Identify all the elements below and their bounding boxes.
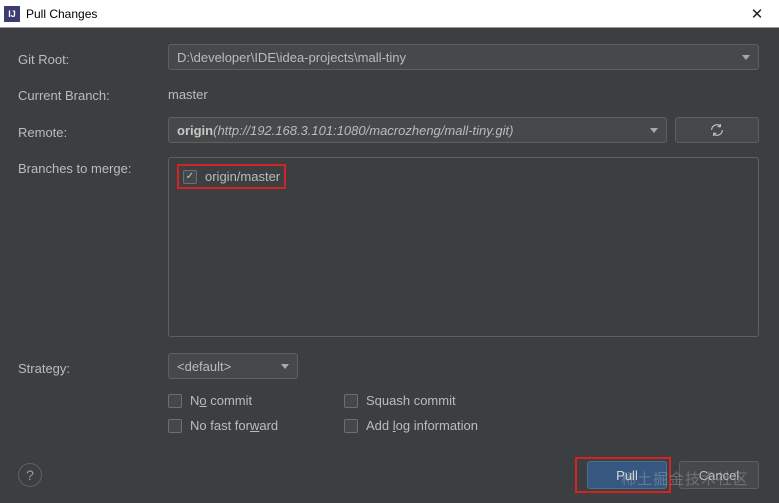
checkbox-icon[interactable] [344,394,358,408]
options-grid: No commit Squash commit No fast forward … [168,393,548,433]
squash-commit-option[interactable]: Squash commit [344,393,494,408]
dialog-content: Git Root: D:\developer\IDE\idea-projects… [0,28,779,443]
checkbox-icon[interactable] [344,419,358,433]
title-bar: IJ Pull Changes ✕ [0,0,779,28]
help-button[interactable]: ? [18,463,42,487]
refresh-button[interactable] [675,117,759,143]
git-root-combo[interactable]: D:\developer\IDE\idea-projects\mall-tiny [168,44,759,70]
no-fast-forward-option[interactable]: No fast forward [168,418,318,433]
branches-list[interactable]: ✓ origin/master [168,157,759,337]
chevron-down-icon [742,55,750,60]
remote-value: origin(http://192.168.3.101:1080/macrozh… [177,123,514,138]
branch-checkbox[interactable]: ✓ [183,170,197,184]
app-icon: IJ [4,6,20,22]
pull-highlight: Pull [575,457,671,493]
no-ff-label: No fast forward [190,418,278,433]
remote-combo[interactable]: origin(http://192.168.3.101:1080/macrozh… [168,117,667,143]
pull-button[interactable]: Pull [587,461,667,489]
remote-label: Remote: [18,121,168,140]
add-log-label: Add log information [366,418,478,433]
branch-label: origin/master [205,169,280,184]
add-log-option[interactable]: Add log information [344,418,494,433]
git-root-label: Git Root: [18,48,168,67]
strategy-value: <default> [177,359,231,374]
squash-commit-label: Squash commit [366,393,456,408]
cancel-button[interactable]: Cancel [679,461,759,489]
chevron-down-icon [650,128,658,133]
checkbox-icon[interactable] [168,394,182,408]
close-icon[interactable]: ✕ [735,0,779,28]
checkbox-icon[interactable] [168,419,182,433]
no-commit-label: No commit [190,393,252,408]
refresh-icon [709,122,725,138]
no-commit-option[interactable]: No commit [168,393,318,408]
strategy-label: Strategy: [18,357,168,376]
current-branch-label: Current Branch: [18,84,168,103]
current-branch-value: master [168,85,208,102]
branch-item[interactable]: ✓ origin/master [177,164,286,189]
dialog-footer: ? Pull Cancel [18,457,759,493]
strategy-combo[interactable]: <default> [168,353,298,379]
chevron-down-icon [281,364,289,369]
window-title: Pull Changes [26,7,735,21]
git-root-value: D:\developer\IDE\idea-projects\mall-tiny [177,50,406,65]
branches-label: Branches to merge: [18,157,168,176]
